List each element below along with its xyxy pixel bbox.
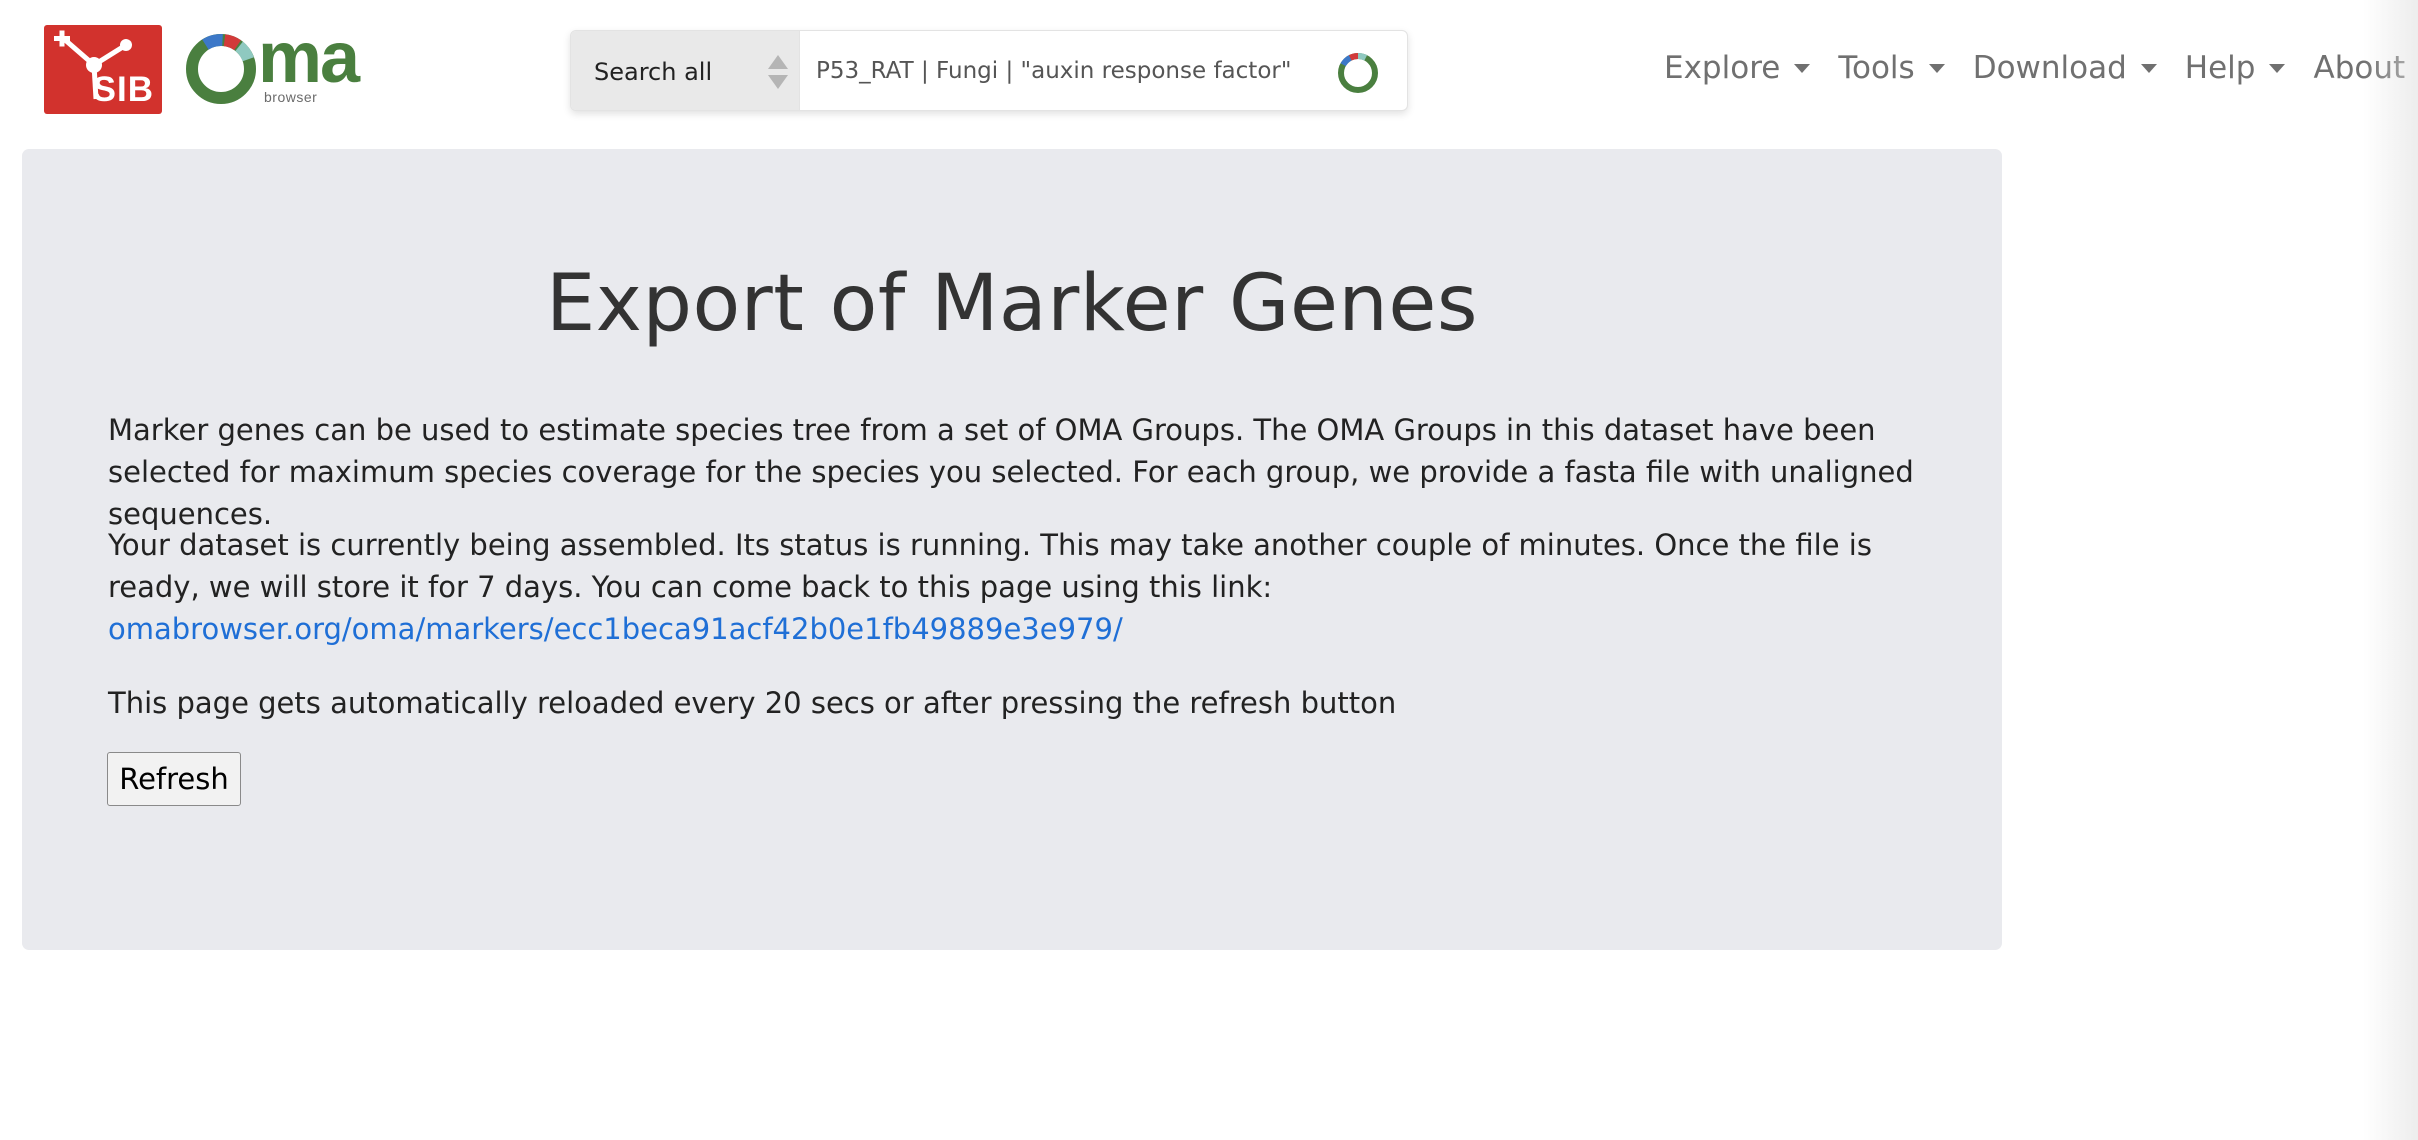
search-scope-label: Search all [594, 58, 713, 86]
nav-help[interactable]: Help [2185, 50, 2286, 86]
nav-download[interactable]: Download [1973, 50, 2157, 86]
oma-logo-text: ma [258, 18, 360, 98]
oma-logo[interactable]: ma browser [184, 22, 374, 110]
search-bar: Search all [570, 30, 1408, 111]
nav-download-label: Download [1972, 50, 2127, 86]
refresh-button[interactable]: Refresh [107, 752, 241, 806]
status-prefix: Your dataset is currently being assemble… [108, 528, 910, 562]
main-nav: Explore Tools Download Help About [1664, 50, 2418, 86]
nav-explore-label: Explore [1664, 50, 1781, 86]
chevron-down-icon [1794, 63, 1811, 73]
chevron-down-icon [2140, 63, 2157, 73]
search-scope-select[interactable]: Search all [571, 31, 800, 110]
page-title: Export of Marker Genes [546, 259, 1478, 349]
oma-ring-icon [186, 34, 256, 104]
search-submit-icon[interactable] [1336, 51, 1380, 95]
main-panel: Export of Marker Genes Marker genes can … [22, 149, 2002, 950]
permalink[interactable]: omabrowser.org/oma/markers/ecc1beca91acf… [108, 612, 1123, 646]
header: SIB ma browser Search all P53_RAT | Fung… [0, 0, 2418, 140]
search-input[interactable] [800, 31, 1340, 110]
nav-tools-label: Tools [1838, 50, 1915, 86]
sib-logo[interactable]: SIB [44, 25, 162, 114]
reload-note: This page gets automatically reloaded ev… [108, 686, 1397, 720]
oma-logo-subtext: browser [264, 89, 318, 105]
nav-help-label: Help [2184, 50, 2256, 86]
intro-paragraph: Marker genes can be used to estimate spe… [108, 413, 1914, 531]
select-arrows-icon [768, 55, 788, 89]
sib-logo-text: SIB [92, 70, 154, 109]
nav-explore[interactable]: Explore [1664, 50, 1811, 86]
chevron-down-icon [1928, 63, 1945, 73]
status-paragraph: Your dataset is currently being assemble… [108, 524, 1938, 650]
scrollbar-track [2363, 0, 2418, 1140]
page: SIB ma browser Search all P53_RAT | Fung… [0, 0, 2418, 1140]
status-badge: running [909, 528, 1022, 562]
chevron-down-icon [2269, 63, 2286, 73]
nav-tools[interactable]: Tools [1838, 50, 1945, 86]
